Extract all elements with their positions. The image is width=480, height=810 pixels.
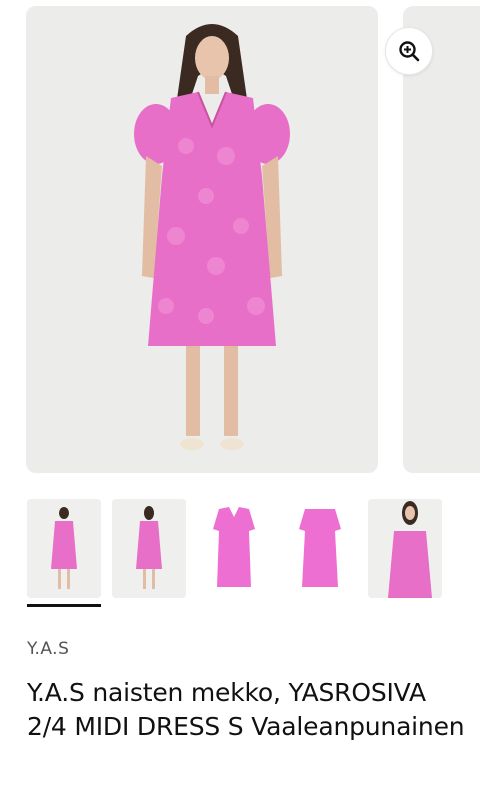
thumbnail-image — [299, 509, 341, 587]
selected-thumbnail-indicator — [27, 604, 101, 607]
thumbnail-back-flat[interactable] — [283, 499, 357, 598]
thumbnail-image — [213, 507, 255, 587]
zoom-button[interactable] — [385, 27, 433, 75]
thumbnail-front-flat[interactable] — [197, 499, 271, 598]
thumbnail-back-model[interactable] — [112, 499, 186, 598]
thumbnail-image — [27, 499, 101, 598]
thumbnail-image — [112, 499, 186, 598]
thumbnail-image — [368, 499, 442, 598]
product-brand[interactable]: Y.A.S — [27, 639, 69, 659]
model-in-dress-illustration — [26, 6, 378, 473]
product-title: Y.A.S naisten mekko, YASROSIVA 2/4 MIDI … — [27, 678, 465, 741]
thumbnail-front-model[interactable] — [27, 499, 101, 598]
product-image-gallery[interactable] — [0, 0, 480, 480]
thumbnail-detail-model[interactable] — [368, 499, 442, 598]
zoom-in-icon — [399, 41, 420, 62]
main-product-image[interactable] — [26, 6, 378, 473]
thumbnail-strip — [0, 499, 480, 609]
next-product-image-peek[interactable] — [403, 6, 480, 473]
